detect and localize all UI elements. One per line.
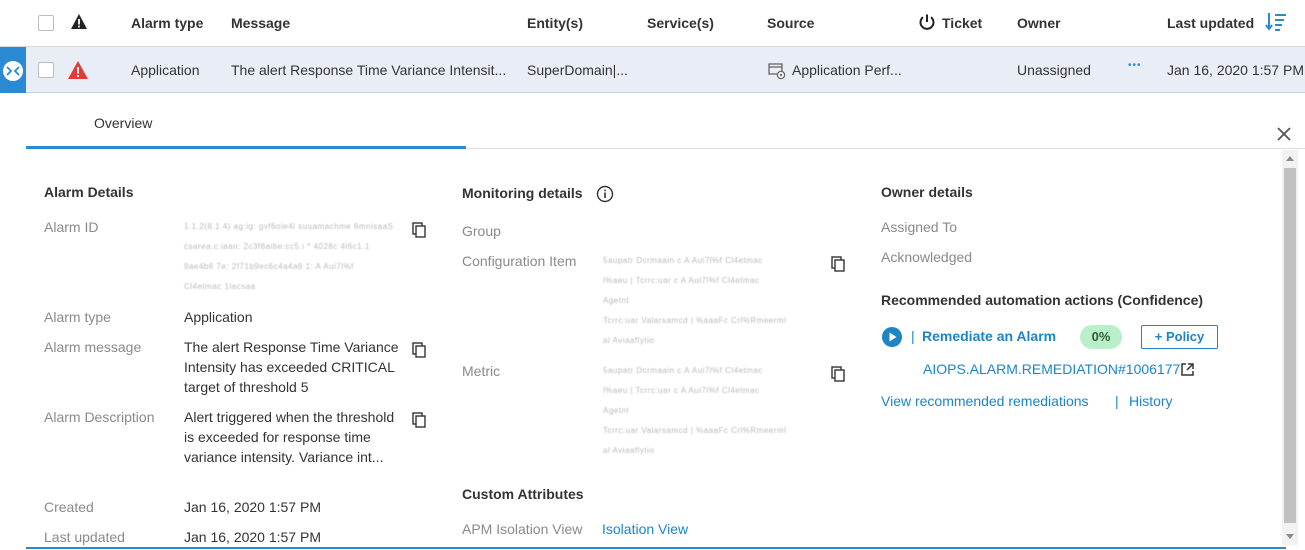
row-checkbox[interactable] <box>38 62 54 78</box>
col-message[interactable]: Message <box>231 15 290 31</box>
row-last-updated: Jan 16, 2020 1:57 PM <box>1167 62 1304 78</box>
row-owner: Unassigned <box>1017 62 1091 78</box>
custom-attributes-title: Custom Attributes <box>462 486 584 502</box>
alarm-type-value: Application <box>184 309 253 325</box>
owner-details-title: Owner details <box>881 184 973 200</box>
tab-overview-label: Overview <box>94 115 153 131</box>
created-label: Created <box>44 499 94 515</box>
configuration-item-line: Agetnt <box>603 296 630 305</box>
last-updated-value: Jan 16, 2020 1:57 PM <box>184 529 321 545</box>
row-message: The alert Response Time Variance Intensi… <box>231 62 507 78</box>
links-separator: | <box>1115 393 1119 409</box>
panel-bottom-border <box>26 547 1286 549</box>
col-services[interactable]: Service(s) <box>647 15 714 31</box>
add-policy-button[interactable]: + Policy <box>1141 325 1218 349</box>
recommended-actions-title: Recommended automation actions (Confiden… <box>881 292 1204 308</box>
metric-line: Agetnt <box>603 406 630 415</box>
severity-warning-icon[interactable] <box>70 13 88 30</box>
remediation-workflow-link[interactable]: AIOPS.ALARM.REMEDIATION#1006177 <box>923 361 1180 377</box>
row-collapse-toggle[interactable] <box>0 47 26 93</box>
row-source: Application Perf... <box>792 62 902 78</box>
group-label: Group <box>462 223 501 239</box>
confidence-badge: 0% <box>1080 325 1122 349</box>
last-updated-label: Last updated <box>44 529 125 545</box>
application-source-icon <box>768 63 786 80</box>
action-divider: | <box>911 328 915 344</box>
row-entity: SuperDomain|... <box>527 62 628 78</box>
select-all-checkbox[interactable] <box>38 15 54 31</box>
copy-configuration-item-icon[interactable] <box>831 256 845 272</box>
detail-tabs: Overview <box>26 93 1305 149</box>
power-icon <box>919 14 935 30</box>
configuration-item-line: Tcrrc:uar Valarsamcd | %aaaFc Crl%Rmeerm… <box>603 316 787 325</box>
col-owner[interactable]: Owner <box>1017 15 1061 31</box>
alarm-description-label: Alarm Description <box>44 409 155 425</box>
sort-descending-icon[interactable] <box>1265 12 1287 32</box>
metric-line: Tcrrc:uar Valarsamcd | %aaaFc Crl%Rmeerm… <box>603 426 787 435</box>
metric-label: Metric <box>462 363 501 379</box>
configuration-item-line: al Aviaaflytio <box>603 336 655 345</box>
row-alarm-type: Application <box>131 62 200 78</box>
info-icon[interactable] <box>596 185 614 203</box>
tab-overview[interactable]: Overview <box>26 93 466 149</box>
critical-alert-icon <box>68 61 88 79</box>
col-alarm-type[interactable]: Alarm type <box>131 15 203 31</box>
alarm-details-title: Alarm Details <box>44 184 134 200</box>
acknowledged-label: Acknowledged <box>881 249 973 265</box>
metric-line: l%aeu | Tcrrc:uar c A Aui7l%f Cl4etmac <box>603 386 760 395</box>
alarm-id-line: Cl4etmac 1lacsaa <box>184 282 256 291</box>
detail-scrollbar[interactable] <box>1282 150 1298 545</box>
col-ticket[interactable]: Ticket <box>942 15 982 31</box>
alarm-description-value: Alert triggered when the threshold is ex… <box>184 409 395 465</box>
history-link[interactable]: History <box>1129 393 1173 409</box>
alarm-row[interactable]: Application The alert Response Time Vari… <box>0 47 1305 93</box>
alarm-message-label: Alarm message <box>44 339 142 355</box>
view-remediations-link[interactable]: View recommended remediations <box>881 393 1089 409</box>
alarm-table-header: Alarm type Message Entity(s) Service(s) … <box>0 0 1305 47</box>
apm-isolation-label: APM Isolation View <box>462 521 583 537</box>
scroll-down-icon[interactable] <box>1286 534 1294 539</box>
configuration-item-line: 5aupatr Dcrmaain c A Aui7l%f Cl4etmac <box>603 256 763 265</box>
created-value: Jan 16, 2020 1:57 PM <box>184 499 321 515</box>
alarm-id-line: 9ae4b6 7e: 2f71b9ec6c4a4a6 1: A Aui7l%f <box>184 262 354 271</box>
alarm-id-line: csarea:c:iaan: 2c3f6aibe:cc5.i * 4028c 4… <box>184 242 370 251</box>
col-entities[interactable]: Entity(s) <box>527 15 583 31</box>
isolation-view-link[interactable]: Isolation View <box>602 521 688 537</box>
close-icon[interactable] <box>1274 124 1294 144</box>
collapse-icon <box>3 61 23 81</box>
more-actions-icon[interactable]: ••• <box>1128 60 1142 71</box>
metric-line: 5aupatr Dcrmaain c A Aui7l%f Cl4etmac <box>603 366 763 375</box>
configuration-item-label: Configuration Item <box>462 253 577 269</box>
assigned-to-label: Assigned To <box>881 219 958 235</box>
alarm-id-label: Alarm ID <box>44 219 99 235</box>
external-link-icon[interactable] <box>1180 362 1195 377</box>
alarm-type-label: Alarm type <box>44 309 111 325</box>
col-last-updated[interactable]: Last updated <box>1167 15 1254 31</box>
monitoring-details-title: Monitoring details <box>462 185 583 201</box>
scrollbar-thumb[interactable] <box>1284 168 1296 523</box>
copy-alarm-description-icon[interactable] <box>412 412 426 428</box>
copy-alarm-id-icon[interactable] <box>412 222 426 238</box>
run-action-icon[interactable] <box>881 326 903 348</box>
configuration-item-line: l%aeu | Tcrrc:uar c A Aui7l%f Cl4etmac <box>603 276 760 285</box>
alarm-message-value: The alert Response Time Variance Intensi… <box>184 339 399 395</box>
alarm-id-line: 1.1.2(8.1.4) ag:ig: gvf6ole4l suuamachme… <box>184 222 394 231</box>
col-source[interactable]: Source <box>767 15 814 31</box>
remediate-alarm-link[interactable]: Remediate an Alarm <box>922 328 1056 344</box>
copy-alarm-message-icon[interactable] <box>412 342 426 358</box>
copy-metric-icon[interactable] <box>831 366 845 382</box>
scroll-up-icon[interactable] <box>1286 156 1294 161</box>
metric-line: al Aviaaflytio <box>603 446 655 455</box>
